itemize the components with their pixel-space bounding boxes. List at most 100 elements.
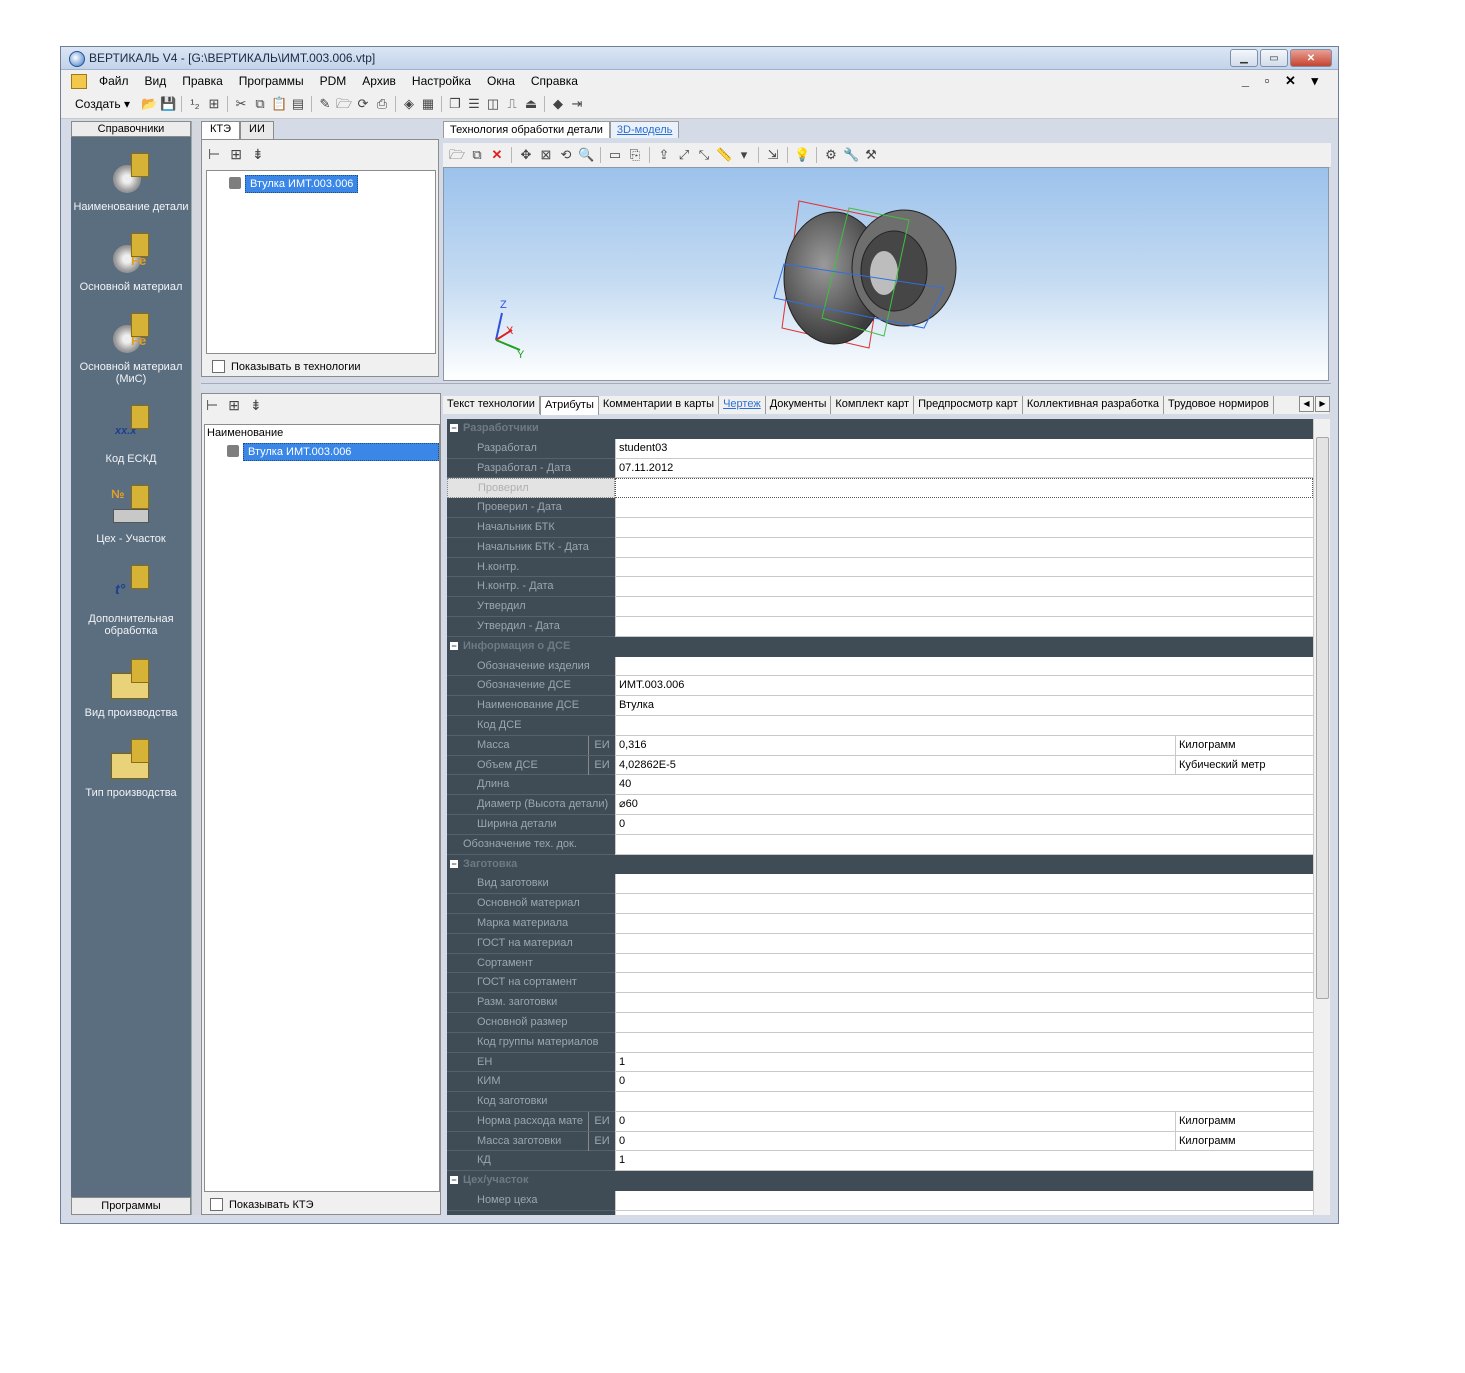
light-icon[interactable]: 💡 bbox=[794, 147, 810, 163]
paste-icon[interactable]: 📋 bbox=[271, 96, 287, 112]
show-kte-row[interactable]: Показывать КТЭ bbox=[210, 1198, 313, 1211]
properties-icon[interactable]: ⎘ bbox=[627, 147, 643, 163]
menu-item[interactable]: Правка bbox=[174, 74, 231, 88]
grid-row[interactable]: Объем ДСЕ ЕИ 4,02862E-5 Кубический метр bbox=[447, 755, 1313, 776]
grid-scrollbar[interactable] bbox=[1313, 419, 1330, 1215]
create-button[interactable]: Создать ▾ bbox=[75, 97, 130, 111]
grid-row[interactable]: Ширина детали 0 bbox=[447, 814, 1313, 835]
grid-row-value[interactable] bbox=[615, 953, 1313, 974]
grid-row[interactable]: Масса заготовки ЕИ 0 Килограмм bbox=[447, 1131, 1313, 1152]
exit-icon[interactable]: ⇥ bbox=[569, 96, 585, 112]
menu-item[interactable]: Программы bbox=[231, 74, 312, 88]
grid-row-value[interactable]: ИМТ.003.006 bbox=[615, 676, 1313, 697]
grid-row-value[interactable] bbox=[615, 874, 1313, 895]
tab-kte[interactable]: КТЭ bbox=[201, 121, 241, 139]
close-button[interactable]: ✕ bbox=[1290, 49, 1332, 67]
grid-category[interactable]: − Разработчики bbox=[447, 419, 1313, 439]
grid-row[interactable]: Марка материала bbox=[447, 913, 1313, 934]
grid-row-value[interactable] bbox=[615, 537, 1313, 558]
grid-row[interactable]: Диаметр (Высота детали) ⌀60 bbox=[447, 795, 1313, 815]
grid-row[interactable]: Номер цеха bbox=[447, 1191, 1313, 1211]
grid-row[interactable]: Норма расхода мате ЕИ 0 Килограмм bbox=[447, 1111, 1313, 1132]
grid-row-value[interactable]: 0 Килограмм bbox=[615, 1131, 1313, 1152]
tabs-scroll-right[interactable]: ▶ bbox=[1315, 396, 1330, 412]
numbering-icon[interactable]: ¹₂ bbox=[187, 96, 203, 112]
grid-row-value[interactable] bbox=[615, 517, 1313, 538]
tab-tech-processing[interactable]: Технология обработки детали bbox=[443, 121, 610, 138]
refresh-icon[interactable]: ⟳ bbox=[355, 96, 371, 112]
catalog-main-material-mis[interactable]: Fe Основной материал (МиС) bbox=[71, 313, 191, 385]
menu-item[interactable]: Вид bbox=[137, 74, 175, 88]
grid-row-value[interactable] bbox=[615, 498, 1313, 518]
show-in-tech-checkbox[interactable] bbox=[212, 360, 225, 373]
grid-row[interactable]: Разм. заготовки bbox=[447, 993, 1313, 1013]
open-icon[interactable]: 📂 bbox=[141, 96, 157, 112]
grid-row[interactable]: Основной размер bbox=[447, 1012, 1313, 1033]
collapse-icon[interactable]: − bbox=[450, 859, 458, 868]
grid-scrollbar-thumb[interactable] bbox=[1316, 437, 1329, 999]
exit-model-icon[interactable]: ⇲ bbox=[765, 147, 781, 163]
grid-category[interactable]: − Информация о ДСЕ bbox=[447, 636, 1313, 657]
grid-row[interactable]: КД 1 bbox=[447, 1151, 1313, 1172]
grid-row-value[interactable] bbox=[615, 913, 1313, 934]
tree-filter-icon[interactable]: ⇟ bbox=[250, 397, 262, 414]
grid-row[interactable]: ГОСТ на сортамент bbox=[447, 973, 1313, 994]
paste-special-icon[interactable]: ▤ bbox=[290, 96, 306, 112]
zoom-fit-icon[interactable]: ⊠ bbox=[538, 147, 554, 163]
sketch-icon[interactable]: ⤡ bbox=[696, 147, 712, 163]
grid-row-value[interactable]: 07.11.2012 bbox=[615, 458, 1313, 479]
3d-viewport[interactable]: Z X Y bbox=[443, 167, 1329, 381]
grid-row-value[interactable]: 0 Килограмм bbox=[615, 1111, 1313, 1132]
grid-row-value[interactable] bbox=[615, 993, 1313, 1013]
catalog-production-kind[interactable]: Вид производства bbox=[71, 659, 191, 719]
catalog-part-name[interactable]: Наименование детали bbox=[71, 153, 191, 213]
grid-row-value[interactable]: 0 bbox=[615, 1072, 1313, 1093]
load-model-icon[interactable]: ⧉ bbox=[469, 147, 485, 163]
view-icon[interactable]: ▭ bbox=[607, 147, 623, 163]
tree-collapse-icon[interactable]: ⊞ bbox=[228, 397, 240, 414]
tab-ii[interactable]: ИИ bbox=[240, 121, 274, 139]
grid-row-value[interactable] bbox=[615, 478, 1313, 499]
delete-icon[interactable]: ✕ bbox=[489, 147, 505, 163]
grid-row-value[interactable]: 0 bbox=[615, 814, 1313, 835]
grid-row[interactable]: Начальник БТК - Дата bbox=[447, 537, 1313, 558]
grid-row[interactable]: Начальник БТК bbox=[447, 517, 1313, 538]
menu-item[interactable]: Окна bbox=[479, 74, 523, 88]
grid-row[interactable]: Номер участка bbox=[447, 1210, 1313, 1215]
collapse-icon[interactable]: − bbox=[450, 1176, 458, 1185]
grid-row[interactable]: Сортамент bbox=[447, 953, 1313, 974]
grid-row[interactable]: Проверил bbox=[447, 478, 1313, 499]
grid-row[interactable]: Код ДСЕ bbox=[447, 715, 1313, 736]
tab-attr-4[interactable]: Документы bbox=[766, 396, 832, 414]
tree-node-part[interactable]: Втулка ИМТ.003.006 bbox=[245, 175, 359, 193]
programs-footer[interactable]: Программы bbox=[71, 1197, 191, 1215]
document-menu-icon[interactable] bbox=[71, 74, 87, 89]
catalogs-header[interactable]: Справочники bbox=[71, 121, 191, 137]
grid-row-value[interactable] bbox=[615, 1092, 1313, 1112]
unit-selector[interactable]: ЕИ bbox=[588, 735, 615, 755]
tree-node-part-bottom[interactable]: Втулка ИМТ.003.006 bbox=[243, 443, 439, 461]
menu-item[interactable]: PDM bbox=[312, 74, 355, 88]
grid-row[interactable]: Н.контр. - Дата bbox=[447, 577, 1313, 598]
grid-row[interactable]: Н.контр. bbox=[447, 557, 1313, 578]
grid-row[interactable]: Обозначение ДСЕ ИМТ.003.006 bbox=[447, 676, 1313, 697]
tree-filter-icon[interactable]: ⇟ bbox=[252, 146, 264, 163]
grid-row[interactable]: ЕН 1 bbox=[447, 1052, 1313, 1073]
window-vertical-icon[interactable]: ◫ bbox=[485, 96, 501, 112]
grid-row-value[interactable] bbox=[615, 1032, 1313, 1053]
pan-icon[interactable]: ✥ bbox=[518, 147, 534, 163]
grid-row-value[interactable] bbox=[615, 1210, 1313, 1215]
stamp-icon[interactable]: ⎍ bbox=[504, 96, 520, 112]
unit-selector[interactable]: ЕИ bbox=[588, 1131, 615, 1151]
mdi-controls[interactable]: _ ▫ ✕ ▾ bbox=[1242, 73, 1324, 89]
grid-row[interactable]: Утвердил bbox=[447, 597, 1313, 617]
tab-3d-model[interactable]: 3D-модель bbox=[609, 121, 680, 138]
tree-expand-icon[interactable]: ⊢ bbox=[208, 146, 220, 163]
collapse-icon[interactable]: − bbox=[450, 424, 458, 433]
catalog-eskd-code[interactable]: xx.x Код ЕСКД bbox=[71, 405, 191, 465]
grid-row-value[interactable] bbox=[615, 715, 1313, 736]
folder-icon[interactable]: 🗁 bbox=[336, 96, 352, 112]
grid-row[interactable]: Длина 40 bbox=[447, 775, 1313, 796]
grid-row-value[interactable]: 1 bbox=[615, 1052, 1313, 1073]
show-kte-checkbox[interactable] bbox=[210, 1198, 223, 1211]
